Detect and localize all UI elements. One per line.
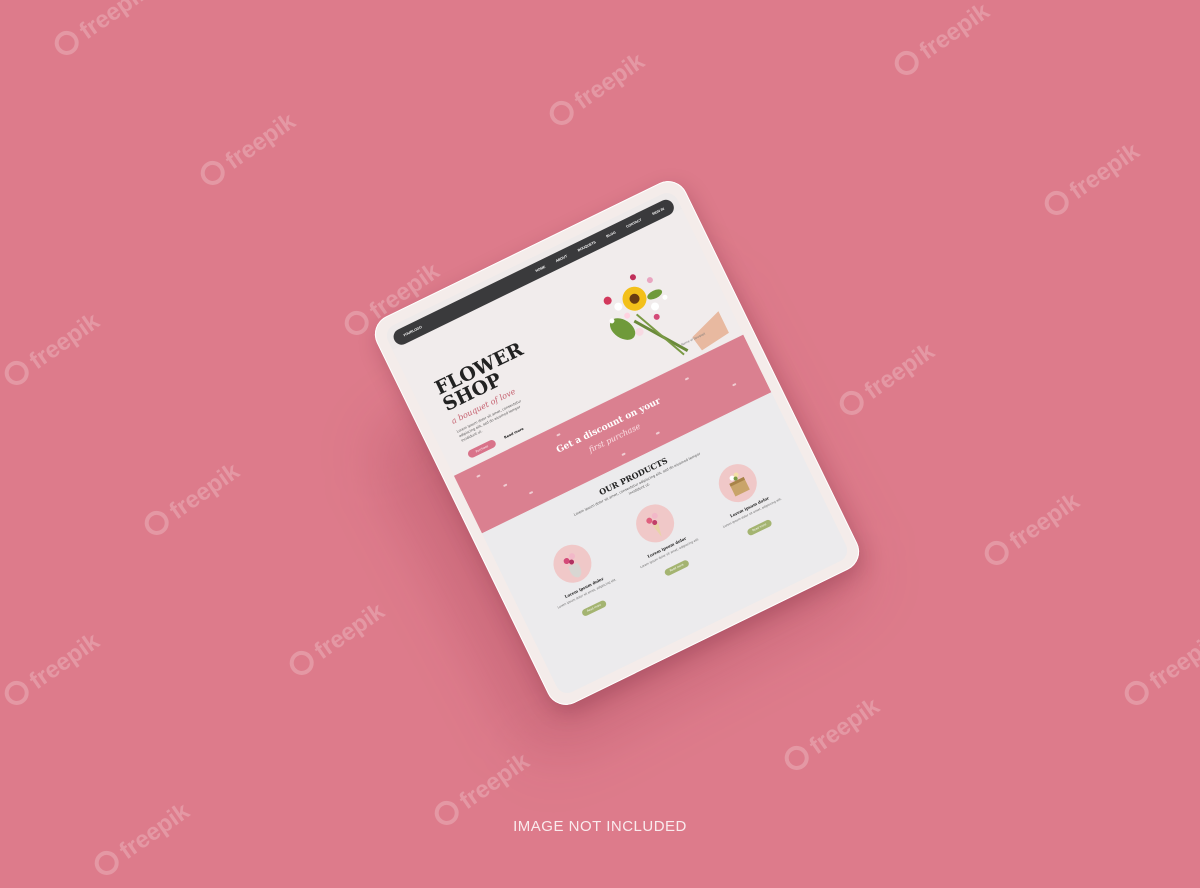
freepik-watermark: freepik — [50, 0, 155, 63]
nav-item-home[interactable]: HOME — [535, 265, 546, 273]
freepik-watermark: freepik — [980, 488, 1085, 573]
freepik-watermark: freepik — [140, 458, 245, 543]
freepik-watermark: freepik — [196, 108, 301, 193]
freepik-watermark: freepik — [1120, 628, 1200, 713]
nav-item-about[interactable]: ABOUT — [555, 254, 568, 263]
product-card: Lorem ipsum dolor Lorem ipsum dolor sit … — [528, 529, 632, 630]
product-read-more-button[interactable]: Read more — [746, 518, 773, 537]
nav-item-sign-in[interactable]: SIGN IN — [651, 207, 664, 216]
freepik-watermark: freepik — [835, 338, 940, 423]
product-read-more-button[interactable]: Read more — [580, 599, 608, 618]
product-card: Lorem ipsum dolor Lorem ipsum dolor sit … — [611, 489, 715, 590]
tablet-screen: FLOWER SHOP a bouquet of love Lorem ipsu… — [382, 189, 852, 697]
tablet-frame: FLOWER SHOP a bouquet of love Lorem ipsu… — [368, 174, 866, 712]
image-not-included-caption: IMAGE NOT INCLUDED — [513, 818, 687, 835]
read-more-link[interactable]: Read more — [503, 425, 526, 442]
site-logo[interactable]: YOURLOGO — [403, 325, 423, 338]
freepik-watermark: freepik — [0, 308, 105, 393]
nav-item-bouquets[interactable]: BOUQUETS — [577, 240, 597, 252]
product-card: Lorem ipsum dolor Lorem ipsum dolor sit … — [694, 448, 798, 549]
freepik-watermark: freepik — [90, 798, 195, 883]
freepik-watermark: freepik — [890, 0, 995, 83]
freepik-watermark: freepik — [0, 628, 105, 713]
product-read-more-button[interactable]: Read more — [663, 559, 691, 577]
freepik-watermark: freepik — [545, 48, 650, 133]
nav-item-blog[interactable]: BLOG — [606, 230, 617, 238]
freepik-watermark: freepik — [1040, 138, 1145, 223]
tablet-mockup: FLOWER SHOP a bouquet of love Lorem ipsu… — [368, 174, 866, 712]
freepik-watermark: freepik — [780, 693, 885, 778]
freepik-watermark: freepik — [285, 598, 390, 683]
nav-item-contact[interactable]: CONTACT — [626, 218, 643, 229]
